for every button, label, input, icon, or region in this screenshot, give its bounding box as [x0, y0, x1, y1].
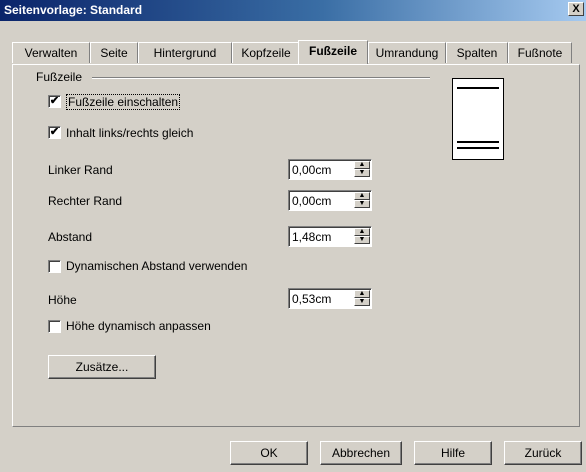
preview-footer-line — [457, 141, 499, 143]
more-options-button[interactable]: Zusätze... — [48, 355, 156, 379]
close-icon[interactable]: X — [568, 2, 584, 16]
tab-kopfzeile[interactable]: Kopfzeile — [232, 42, 300, 63]
footer-on-label[interactable]: Fußzeile einschalten — [66, 94, 181, 110]
section-divider — [92, 77, 430, 79]
autofit-height-checkbox[interactable] — [48, 320, 61, 333]
section-title: Fußzeile — [36, 70, 83, 84]
tab-hintergrund[interactable]: Hintergrund — [138, 42, 232, 63]
cancel-button[interactable]: Abbrechen — [320, 441, 402, 465]
left-margin-spin-buttons[interactable]: ▲ ▼ — [354, 161, 370, 178]
tab-umrandung[interactable]: Umrandung — [368, 42, 446, 63]
tab-verwalten[interactable]: Verwalten — [12, 42, 90, 63]
same-content-checkbox[interactable]: ✔ — [48, 126, 61, 139]
preview-footer-line-2 — [457, 147, 499, 149]
height-stepper[interactable]: 0,53cm ▲ ▼ — [288, 288, 372, 309]
help-button[interactable]: Hilfe — [414, 441, 492, 465]
right-margin-stepper[interactable]: 0,00cm ▲ ▼ — [288, 190, 372, 211]
left-margin-label: Linker Rand — [48, 163, 113, 177]
tab-spalten[interactable]: Spalten — [446, 42, 508, 63]
left-margin-value[interactable]: 0,00cm — [292, 163, 331, 177]
ok-button[interactable]: OK — [230, 441, 308, 465]
spin-down-icon[interactable]: ▼ — [354, 200, 370, 208]
footer-on-checkbox[interactable]: ✔ — [48, 95, 61, 108]
spacing-value[interactable]: 1,48cm — [292, 230, 331, 244]
dynamic-spacing-checkbox[interactable] — [48, 260, 61, 273]
tab-fusszeile[interactable]: Fußzeile — [298, 40, 368, 64]
spin-up-icon[interactable]: ▲ — [354, 290, 370, 298]
right-margin-label: Rechter Rand — [48, 194, 123, 208]
same-content-label[interactable]: Inhalt links/rechts gleich — [66, 126, 193, 140]
preview-top-line — [457, 87, 499, 89]
height-value[interactable]: 0,53cm — [292, 292, 331, 306]
spacing-label: Abstand — [48, 230, 93, 244]
spacing-spin-buttons[interactable]: ▲ ▼ — [354, 228, 370, 245]
window-title: Seitenvorlage: Standard — [4, 3, 143, 17]
spin-up-icon[interactable]: ▲ — [354, 228, 370, 236]
height-spin-buttons[interactable]: ▲ ▼ — [354, 290, 370, 307]
tab-fussnote[interactable]: Fußnote — [508, 42, 572, 63]
spin-down-icon[interactable]: ▼ — [354, 298, 370, 306]
dynamic-spacing-label[interactable]: Dynamischen Abstand verwenden — [66, 259, 247, 273]
spacing-stepper[interactable]: 1,48cm ▲ ▼ — [288, 226, 372, 247]
left-margin-stepper[interactable]: 0,00cm ▲ ▼ — [288, 159, 372, 180]
right-margin-value[interactable]: 0,00cm — [292, 194, 331, 208]
tab-seite[interactable]: Seite — [90, 42, 138, 63]
spin-up-icon[interactable]: ▲ — [354, 161, 370, 169]
right-margin-spin-buttons[interactable]: ▲ ▼ — [354, 192, 370, 209]
autofit-height-label[interactable]: Höhe dynamisch anpassen — [66, 319, 211, 333]
spin-up-icon[interactable]: ▲ — [354, 192, 370, 200]
spin-down-icon[interactable]: ▼ — [354, 169, 370, 177]
reset-button[interactable]: Zurück — [504, 441, 582, 465]
title-bar: Seitenvorlage: Standard X — [0, 0, 586, 21]
spin-down-icon[interactable]: ▼ — [354, 236, 370, 244]
height-label: Höhe — [48, 293, 77, 307]
footer-preview — [452, 78, 504, 160]
